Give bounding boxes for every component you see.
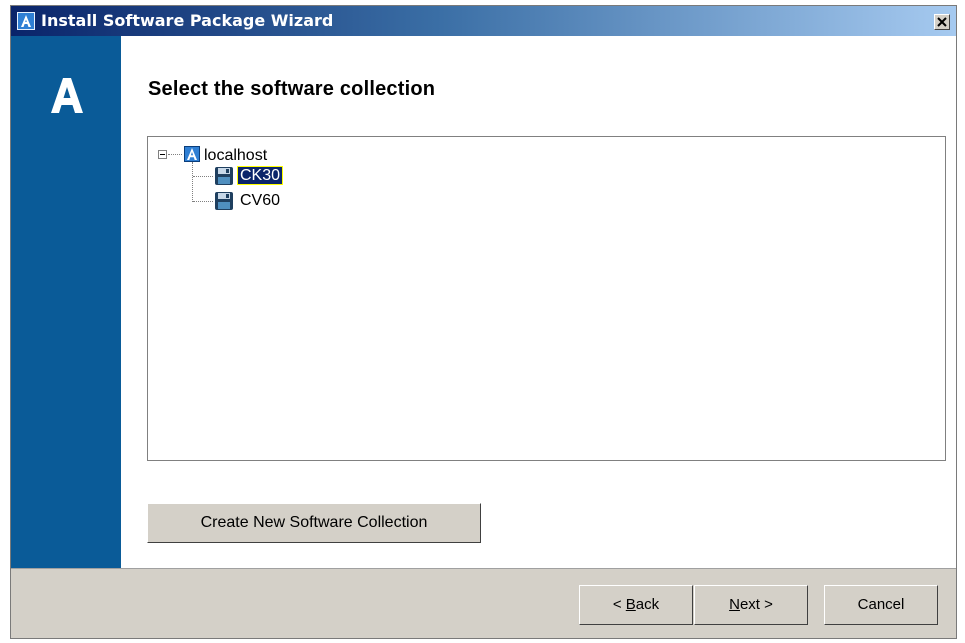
- tree-connector: [193, 176, 213, 177]
- wizard-sidebar: [11, 36, 121, 568]
- title-bar[interactable]: Install Software Package Wizard: [11, 6, 956, 36]
- close-button[interactable]: [934, 14, 950, 30]
- app-logo-a-icon: [17, 12, 35, 30]
- tree-root-localhost[interactable]: localhost: [204, 147, 267, 164]
- page-title: Select the software collection: [148, 78, 436, 100]
- next-button[interactable]: Next >: [694, 585, 808, 625]
- tree-item-label: CK30: [236, 166, 284, 185]
- floppy-disk-icon: [215, 167, 233, 185]
- close-icon: [937, 17, 947, 27]
- next-button-rest: ext >: [739, 596, 773, 613]
- tree-connector: [192, 162, 193, 202]
- floppy-disk-icon: [215, 192, 233, 210]
- host-icon: [184, 146, 200, 162]
- tree-connector: [193, 201, 213, 202]
- tree-collapse-icon[interactable]: [158, 150, 167, 159]
- create-new-software-collection-button[interactable]: Create New Software Collection: [147, 503, 481, 543]
- wizard-content: Select the software collection localhost…: [121, 36, 956, 568]
- cancel-button[interactable]: Cancel: [824, 585, 938, 625]
- tree-connector: [168, 154, 182, 155]
- back-button[interactable]: < Back: [579, 585, 693, 625]
- next-button-mnemonic: N: [729, 596, 740, 613]
- window-title: Install Software Package Wizard: [41, 11, 334, 30]
- app-logo-a-icon: [51, 78, 83, 113]
- back-button-prefix: <: [612, 596, 626, 613]
- software-collection-tree[interactable]: localhost CK30 CV60: [147, 136, 946, 461]
- wizard-button-bar: < Back Next > Cancel: [11, 568, 956, 638]
- back-button-mnemonic: B: [625, 596, 636, 613]
- wizard-window: Install Software Package Wizard Select t…: [10, 5, 957, 639]
- back-button-rest: ack: [635, 596, 660, 613]
- tree-item-label: CV60: [240, 192, 281, 209]
